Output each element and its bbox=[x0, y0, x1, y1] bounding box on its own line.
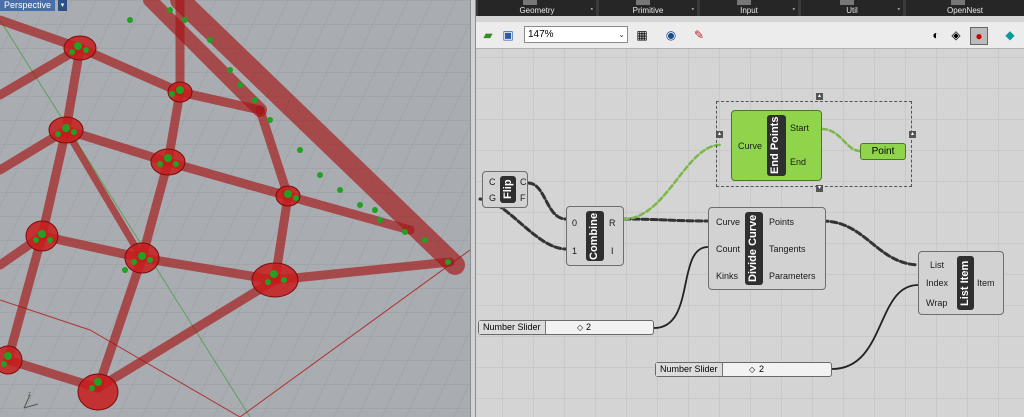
input-curve[interactable]: Curve bbox=[716, 217, 740, 227]
expand-icon[interactable]: ▪ bbox=[898, 6, 900, 14]
output-r[interactable]: R bbox=[609, 218, 616, 228]
tab-input[interactable]: Input ▪ bbox=[700, 0, 798, 16]
point-parameter[interactable]: Point bbox=[860, 143, 906, 160]
expand-icon[interactable]: ▪ bbox=[591, 6, 593, 14]
open-file-icon[interactable]: ▰ bbox=[480, 27, 496, 43]
viewport-scene: z bbox=[0, 0, 470, 417]
tab-geometry[interactable]: Geometry ▪ bbox=[478, 0, 596, 16]
eye-icon[interactable]: ◉ bbox=[663, 27, 679, 43]
component-nickname: Divide Curve bbox=[745, 212, 763, 285]
tab-primitive[interactable]: Primitive ▪ bbox=[599, 0, 697, 16]
output-end[interactable]: End bbox=[790, 157, 806, 167]
input-0[interactable]: 0 bbox=[572, 218, 577, 228]
number-slider[interactable]: Number Slider ◇ 2 bbox=[478, 320, 654, 335]
output-item[interactable]: Item bbox=[977, 278, 995, 288]
expand-icon[interactable]: ▪ bbox=[692, 6, 694, 14]
tab-label: Input bbox=[740, 6, 758, 15]
output-c[interactable]: C bbox=[520, 177, 527, 187]
slider-name: Number Slider bbox=[656, 363, 723, 376]
input-icon bbox=[737, 0, 752, 5]
input-count[interactable]: Count bbox=[716, 244, 740, 254]
point-label: Point bbox=[871, 146, 895, 157]
zoom-control-icon[interactable]: ▾ bbox=[816, 185, 823, 192]
slider-grip-icon[interactable]: ◇ bbox=[749, 363, 755, 376]
rhino-viewport[interactable]: z Perspective ▾ bbox=[0, 0, 470, 417]
slider-grip-icon[interactable]: ◇ bbox=[577, 321, 583, 334]
zoom-field[interactable]: 147% ⌄ bbox=[524, 26, 628, 43]
tab-opennest[interactable]: OpenNest bbox=[906, 0, 1024, 16]
output-tangents[interactable]: Tangents bbox=[769, 244, 806, 254]
viewport-menu-arrow[interactable]: ▾ bbox=[58, 0, 67, 11]
tab-label: Primitive bbox=[632, 6, 664, 15]
color-icon[interactable]: ● bbox=[970, 27, 988, 45]
zoom-value: 147% bbox=[528, 29, 554, 40]
util-icon bbox=[839, 0, 854, 5]
expand-icon[interactable]: ▪ bbox=[793, 6, 795, 14]
flip-component[interactable]: C G Flip C F bbox=[482, 171, 528, 208]
component-ribbon: Geometry ▪ Primitive ▪ Input ▪ Util ▪ Op… bbox=[476, 0, 1024, 16]
preview-icon[interactable]: ◐ bbox=[928, 27, 944, 43]
input-1[interactable]: 1 bbox=[572, 246, 577, 256]
zoom-control-icon[interactable]: ▴ bbox=[816, 93, 823, 100]
wire-icon[interactable]: ◈ bbox=[948, 27, 964, 43]
opennest-icon bbox=[950, 0, 965, 5]
output-points[interactable]: Points bbox=[769, 217, 794, 227]
input-index[interactable]: Index bbox=[926, 278, 948, 288]
slider-value: 2 bbox=[586, 322, 592, 332]
component-nickname: Flip bbox=[500, 176, 516, 203]
svg-text:z: z bbox=[28, 392, 31, 398]
save-icon[interactable]: ▣ bbox=[500, 27, 516, 43]
output-start[interactable]: Start bbox=[790, 123, 809, 133]
tab-label: OpenNest bbox=[946, 6, 984, 15]
number-slider[interactable]: Number Slider ◇ 2 bbox=[655, 362, 832, 377]
chevron-down-icon[interactable]: ⌄ bbox=[618, 27, 625, 42]
slider-name: Number Slider bbox=[479, 321, 546, 334]
zoom-control-icon[interactable]: ▴ bbox=[909, 131, 916, 138]
paint-icon[interactable]: ✎ bbox=[691, 27, 707, 43]
sketch-icon[interactable]: ▦ bbox=[634, 27, 650, 43]
output-parameters[interactable]: Parameters bbox=[769, 271, 816, 281]
geometry-icon bbox=[522, 0, 537, 5]
component-nickname: Combine bbox=[586, 211, 604, 261]
input-c[interactable]: C bbox=[489, 177, 496, 187]
input-wrap[interactable]: Wrap bbox=[926, 298, 947, 308]
combine-component[interactable]: 0 1 Combine R I bbox=[566, 206, 624, 266]
viewport-title[interactable]: Perspective bbox=[0, 0, 56, 11]
end-points-component[interactable]: Curve End Points Start End bbox=[731, 110, 822, 181]
input-kinks[interactable]: Kinks bbox=[716, 271, 738, 281]
tab-label: Util bbox=[846, 6, 858, 15]
input-list[interactable]: List bbox=[930, 260, 944, 270]
grasshopper-editor: Geometry ▪ Primitive ▪ Input ▪ Util ▪ Op… bbox=[476, 0, 1024, 417]
canvas-toolbar: ▰ ▣ 147% ⌄ ▦ ◉ ✎ ◐ ◈ ● ◆ bbox=[476, 22, 1024, 49]
tab-util[interactable]: Util ▪ bbox=[801, 0, 903, 16]
divide-curve-component[interactable]: Curve Count Kinks Divide Curve Points Ta… bbox=[708, 207, 826, 290]
list-item-component[interactable]: List Index Wrap List Item Item bbox=[918, 251, 1004, 315]
input-curve[interactable]: Curve bbox=[738, 141, 762, 151]
output-i[interactable]: I bbox=[611, 246, 614, 256]
slider-value: 2 bbox=[759, 364, 765, 374]
component-nickname: List Item bbox=[957, 256, 974, 310]
rhino-icon[interactable]: ◆ bbox=[1002, 27, 1018, 43]
gh-canvas[interactable]: C G Flip C F 0 1 Combine R I Curve Count… bbox=[476, 49, 1024, 417]
zoom-control-icon[interactable]: ▴ bbox=[716, 131, 723, 138]
output-f[interactable]: F bbox=[520, 193, 526, 203]
tab-label: Geometry bbox=[519, 6, 555, 15]
input-g[interactable]: G bbox=[489, 193, 496, 203]
primitive-icon bbox=[636, 0, 651, 5]
component-nickname: End Points bbox=[767, 115, 786, 176]
